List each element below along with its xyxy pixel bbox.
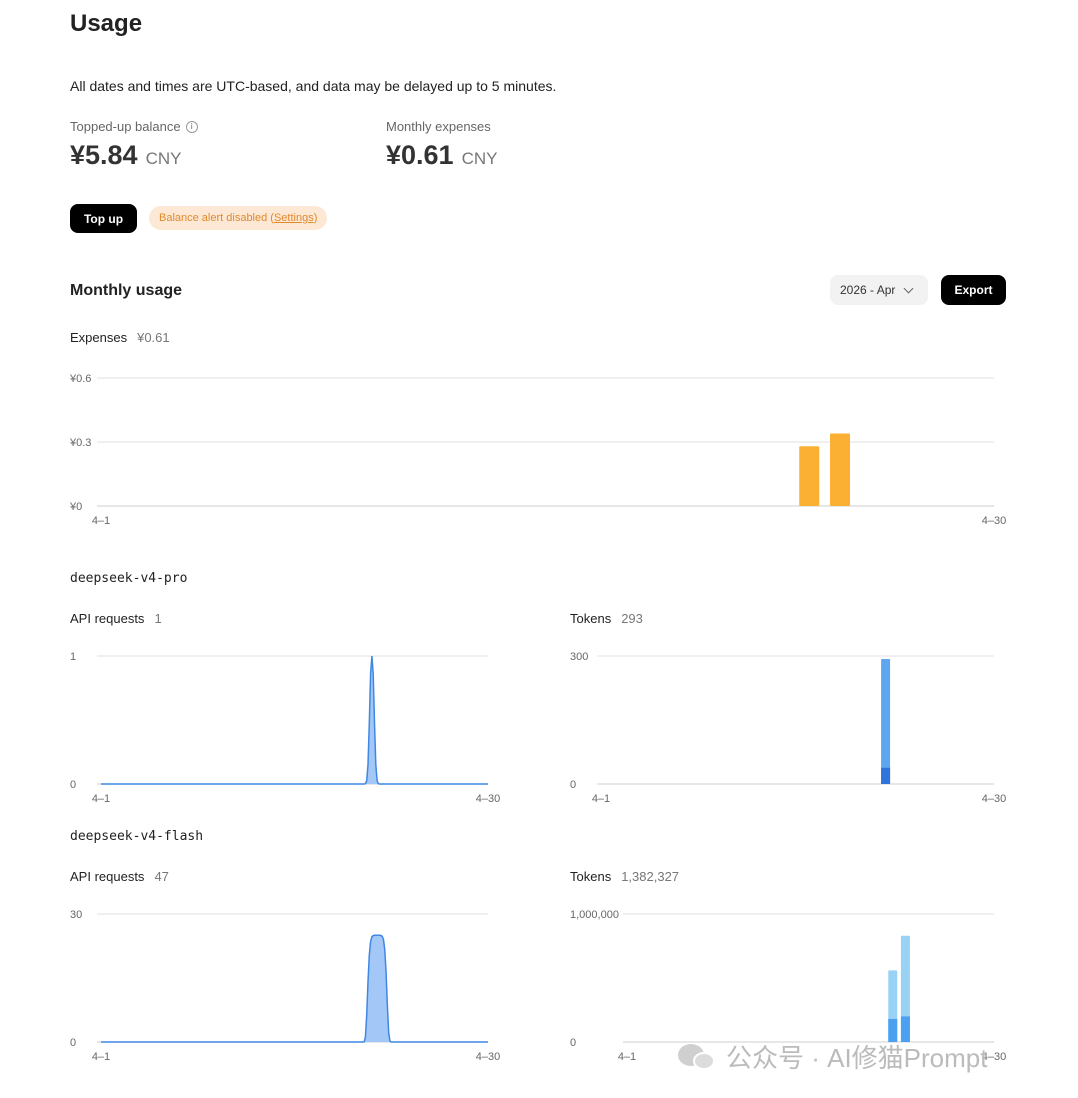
- pro-tokens-chart-ytick-label: 0: [570, 779, 576, 791]
- pro-tokens-chart-xtick-end: 4–30: [982, 793, 1006, 805]
- expenses-chart-bar: [830, 433, 851, 506]
- watermark: 公众号 · AI修猫Prompt: [678, 1038, 987, 1075]
- pro-tokens-chart-bar: [881, 658, 891, 784]
- pro-requests-chart-ytick-label: 1: [70, 651, 76, 663]
- wechat-logo-icon: [678, 1042, 718, 1072]
- pro-tokens-chart-xtick-start: 4–1: [592, 793, 610, 805]
- expenses-chart-ytick-label: ¥0.3: [69, 437, 91, 449]
- expenses-chart-xtick-end: 4–30: [982, 515, 1006, 527]
- usage-charts: ¥0¥0.3¥0.64–1 4–30014–1 4–3003004–1 4–30030…: [69, 373, 1006, 1063]
- pro-requests-chart-ytick-label: 0: [70, 779, 76, 791]
- flash-tokens-chart-xtick-start: 4–1: [618, 1051, 636, 1063]
- flash-requests-chart-ytick-label: 30: [70, 909, 82, 921]
- flash-requests-chart-line: [101, 934, 488, 1043]
- watermark-text: 公众号 · AI修猫Prompt: [726, 1043, 988, 1073]
- pro-requests-chart-xtick-end: 4–30: [476, 793, 500, 805]
- flash-requests-chart-ytick-label: 0: [70, 1037, 76, 1049]
- pro-tokens-chart-ytick-label: 300: [570, 651, 588, 663]
- expenses-chart-ytick-label: ¥0: [69, 501, 82, 513]
- flash-requests-chart-xtick-start: 4–1: [92, 1051, 110, 1063]
- expenses-chart-xtick-start: 4–1: [92, 515, 110, 527]
- flash-tokens-chart-ytick-label: 0: [570, 1037, 576, 1049]
- expenses-chart-bar: [799, 446, 820, 506]
- pro-requests-chart-line: [101, 655, 488, 785]
- pro-requests-chart-xtick-start: 4–1: [92, 793, 110, 805]
- pro-requests-chart-area-fill: [101, 656, 488, 784]
- flash-requests-chart-xtick-end: 4–30: [476, 1051, 500, 1063]
- expenses-chart-ytick-label: ¥0.6: [69, 373, 91, 385]
- pro-tokens-chart-bar-segment: [881, 767, 891, 784]
- flash-tokens-chart-ytick-label: 1,000,000: [570, 909, 619, 921]
- flash-requests-chart-area-fill: [101, 935, 488, 1042]
